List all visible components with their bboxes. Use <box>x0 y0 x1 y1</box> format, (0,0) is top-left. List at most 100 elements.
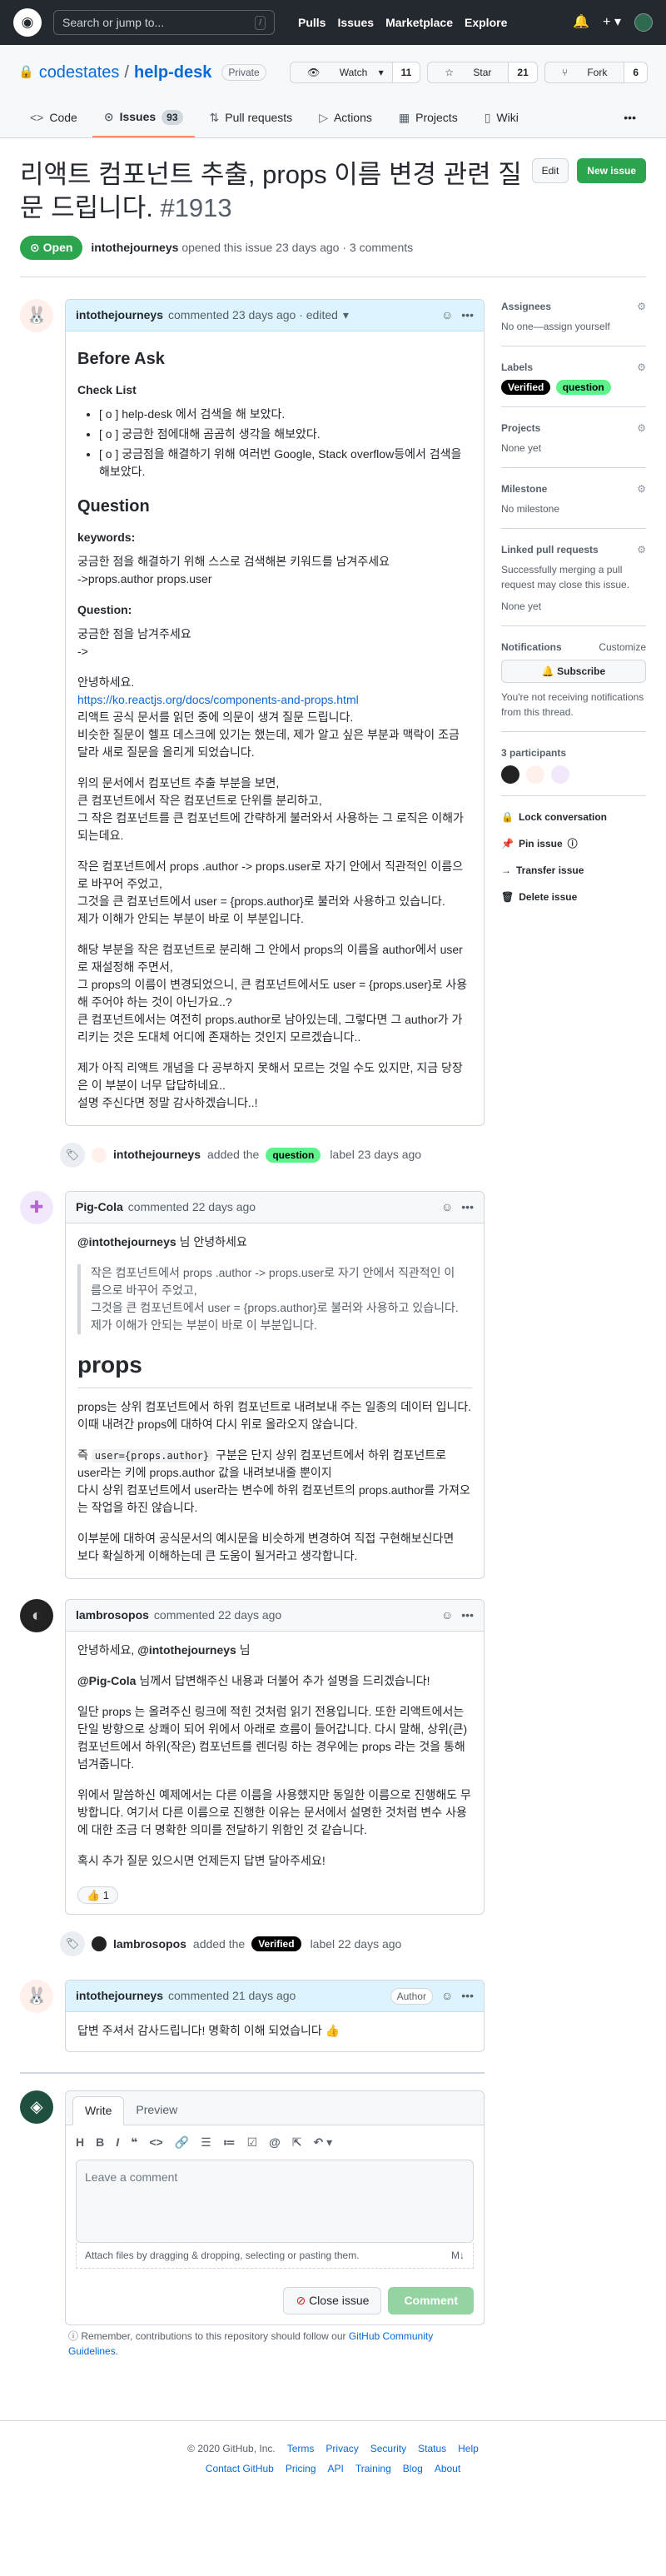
link-icon[interactable]: 🔗 <box>175 2134 189 2151</box>
label-verified[interactable]: Verified <box>251 1936 301 1952</box>
assignees-value[interactable]: No one—assign yourself <box>501 319 646 334</box>
more-tabs-icon[interactable]: ••• <box>612 102 648 137</box>
bell-icon[interactable]: 🔔 <box>573 12 589 32</box>
docs-link[interactable]: https://ko.reactjs.org/docs/components-a… <box>77 693 359 706</box>
event-actor[interactable]: intothejourneys <box>113 1146 201 1163</box>
gear-icon[interactable]: ⚙ <box>637 542 646 557</box>
tab-write[interactable]: Write <box>72 2096 125 2126</box>
comment-author[interactable]: Pig-Cola <box>76 1198 123 1216</box>
chevron-down-icon[interactable]: ▾ <box>343 306 349 324</box>
user-mention[interactable]: @intothejourneys <box>77 1235 176 1248</box>
star-count[interactable]: 21 <box>508 62 537 82</box>
tab-projects[interactable]: ▦ Projects <box>387 102 470 137</box>
comment-textarea[interactable]: Leave a comment <box>76 2160 474 2244</box>
user-mention[interactable]: @intothejourneys <box>137 1643 236 1657</box>
avatar[interactable]: 🐰 <box>20 298 53 332</box>
footer-link-blog[interactable]: Blog <box>403 2461 423 2476</box>
mention-icon[interactable]: @ <box>269 2134 281 2151</box>
avatar[interactable]: ◐ <box>20 1598 53 1632</box>
subscribe-button[interactable]: 🔔 Subscribe <box>501 659 646 683</box>
kebab-icon[interactable]: ••• <box>461 1987 474 2005</box>
comment-author[interactable]: intothejourneys <box>76 306 163 324</box>
smiley-icon[interactable]: ☺ <box>441 1987 453 2005</box>
gear-icon[interactable]: ⚙ <box>637 360 646 375</box>
bold-icon[interactable]: B <box>96 2134 104 2151</box>
cross-reference-icon[interactable]: ⇱ <box>292 2134 302 2151</box>
attach-files-area[interactable]: Attach files by dragging & dropping, sel… <box>76 2243 474 2270</box>
transfer-issue-link[interactable]: → Transfer issue <box>501 863 646 878</box>
avatar[interactable]: 🐰 <box>20 1980 53 2014</box>
label-verified[interactable]: Verified <box>501 379 551 395</box>
footer-link-help[interactable]: Help <box>458 2441 479 2456</box>
markdown-icon[interactable]: M↓ <box>451 2248 465 2263</box>
comment-author[interactable]: intothejourneys <box>76 1987 163 2005</box>
nav-issues[interactable]: Issues <box>337 14 374 32</box>
footer-link-training[interactable]: Training <box>355 2461 391 2476</box>
gear-icon[interactable]: ⚙ <box>637 421 646 436</box>
plus-dropdown-icon[interactable]: + ▾ <box>603 12 621 32</box>
user-mention[interactable]: @Pig-Cola <box>77 1674 136 1687</box>
nav-pulls[interactable]: Pulls <box>298 14 326 32</box>
avatar[interactable] <box>501 765 519 784</box>
assignees-heading[interactable]: Assignees <box>501 299 551 314</box>
unordered-list-icon[interactable]: ☰ <box>201 2134 211 2151</box>
label-question[interactable]: question <box>266 1147 321 1163</box>
gear-icon[interactable]: ⚙ <box>637 299 646 314</box>
pin-issue-link[interactable]: 📌 Pin issue ⓘ <box>501 836 646 851</box>
avatar[interactable] <box>551 765 569 784</box>
tab-code[interactable]: <> Code <box>18 102 89 137</box>
nav-marketplace[interactable]: Marketplace <box>385 14 453 32</box>
projects-heading[interactable]: Projects <box>501 421 540 436</box>
delete-issue-link[interactable]: 🗑 Delete issue <box>501 889 646 904</box>
footer-link-about[interactable]: About <box>435 2461 460 2476</box>
kebab-icon[interactable]: ••• <box>461 306 474 324</box>
repo-owner-link[interactable]: codestates <box>39 60 120 85</box>
tab-actions[interactable]: ▷ Actions <box>307 102 384 137</box>
code-icon[interactable]: <> <box>149 2134 162 2151</box>
footer-link-status[interactable]: Status <box>418 2441 446 2456</box>
edit-button[interactable]: Edit <box>531 158 569 183</box>
issue-author[interactable]: intothejourneys <box>91 241 178 254</box>
comment-button[interactable]: Comment <box>388 2287 474 2315</box>
quote-icon[interactable]: ❝ <box>131 2134 137 2151</box>
footer-link-terms[interactable]: Terms <box>287 2441 315 2456</box>
github-logo-icon[interactable]: ◉ <box>13 8 42 37</box>
nav-explore[interactable]: Explore <box>465 14 507 32</box>
footer-link-security[interactable]: Security <box>370 2441 406 2456</box>
fork-button[interactable]: ⑂ Fork 6 <box>544 62 648 83</box>
search-input[interactable]: Search or jump to... / <box>53 10 275 35</box>
avatar[interactable]: ◈ <box>20 2090 53 2125</box>
label-question[interactable]: question <box>555 379 611 395</box>
avatar[interactable] <box>92 1936 107 1952</box>
thumbs-up-reaction[interactable]: 👍 1 <box>77 1886 119 1905</box>
repo-name-link[interactable]: help-desk <box>134 60 211 85</box>
footer-link-api[interactable]: API <box>328 2461 344 2476</box>
tab-preview[interactable]: Preview <box>124 2096 189 2125</box>
footer-link-pricing[interactable]: Pricing <box>286 2461 316 2476</box>
linked-prs-heading[interactable]: Linked pull requests <box>501 542 599 557</box>
footer-link-privacy[interactable]: Privacy <box>326 2441 358 2456</box>
milestone-heading[interactable]: Milestone <box>501 481 547 496</box>
avatar[interactable] <box>92 1147 107 1163</box>
smiley-icon[interactable]: ☺ <box>441 1198 453 1216</box>
ordered-list-icon[interactable]: ≔ <box>223 2134 236 2151</box>
smiley-icon[interactable]: ☺ <box>441 306 453 324</box>
watch-count[interactable]: 11 <box>391 62 420 82</box>
avatar[interactable] <box>526 765 544 784</box>
event-actor[interactable]: lambrosopos <box>113 1936 186 1953</box>
task-list-icon[interactable]: ☑ <box>247 2134 258 2151</box>
avatar[interactable]: ✚ <box>20 1190 53 1224</box>
close-issue-button[interactable]: ⊘ Close issue <box>283 2287 382 2315</box>
customize-link[interactable]: Customize <box>599 640 646 655</box>
kebab-icon[interactable]: ••• <box>461 1198 474 1216</box>
kebab-icon[interactable]: ••• <box>461 1607 474 1624</box>
tab-issues[interactable]: ⊙ Issues 93 <box>92 102 195 137</box>
gear-icon[interactable]: ⚙ <box>637 481 646 496</box>
smiley-icon[interactable]: ☺ <box>441 1607 453 1624</box>
footer-link-contact[interactable]: Contact GitHub <box>206 2461 274 2476</box>
watch-button[interactable]: 👁 Watch ▾ 11 <box>290 62 421 83</box>
italic-icon[interactable]: I <box>116 2134 119 2151</box>
new-issue-button[interactable]: New issue <box>577 158 646 183</box>
comment-author[interactable]: lambrosopos <box>76 1607 149 1624</box>
tab-wiki[interactable]: ▯ Wiki <box>473 102 530 137</box>
